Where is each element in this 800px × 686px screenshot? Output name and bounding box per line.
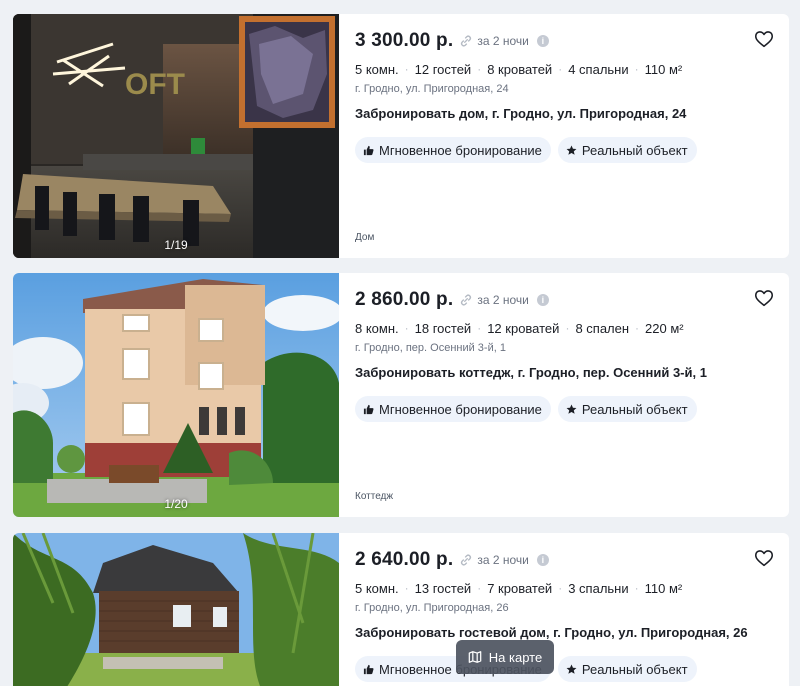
spec-bedrooms: 3 спальни	[568, 580, 629, 596]
map-button-label: На карте	[488, 649, 543, 665]
spec-beds: 12 кроватей	[487, 320, 560, 336]
separator-dot: ·	[404, 321, 409, 335]
price-row: 3 300.00 р. за 2 ночи i	[355, 30, 773, 52]
real-object-badge[interactable]: Реальный объект	[557, 137, 697, 163]
heart-favorite-icon[interactable]	[753, 547, 775, 569]
spec-guests: 12 гостей	[414, 61, 472, 77]
badge-label: Реальный объект	[581, 661, 688, 677]
listing-specs: 5 комн. · 13 гостей · 7 кроватей · 3 спа…	[355, 580, 773, 596]
thumbs-up-icon	[363, 404, 374, 414]
instant-booking-badge[interactable]: Мгновенное бронирование	[355, 396, 551, 422]
listing-card[interactable]: 2 640.00 р. за 2 ночи i 5 комн. · 13 гос…	[13, 533, 789, 686]
thumbs-up-icon	[363, 664, 374, 674]
instant-booking-badge[interactable]: Мгновенное бронирование	[355, 137, 551, 163]
listing-address: г. Гродно, ул. Пригородная, 26	[355, 602, 509, 614]
link-icon[interactable]	[459, 553, 473, 567]
cottage-exterior-image	[13, 273, 339, 517]
separator-dot: ·	[634, 62, 639, 76]
property-type: Коттедж	[355, 491, 394, 502]
thumbs-up-icon	[363, 145, 374, 155]
listing-title-link[interactable]: Забронировать коттедж, г. Гродно, пер. О…	[355, 365, 773, 383]
nights-label: за 2 ночи	[477, 553, 529, 567]
spec-guests: 13 гостей	[414, 580, 472, 596]
separator-dot: ·	[477, 321, 482, 335]
spec-bedrooms: 4 спальни	[568, 61, 629, 77]
price-row: 2 640.00 р. за 2 ночи i	[355, 549, 773, 571]
listing-specs: 5 комн. · 12 гостей · 8 кроватей · 4 спа…	[355, 61, 773, 77]
spec-area: 110 м²	[644, 580, 683, 596]
spec-area: 110 м²	[644, 61, 683, 77]
info-icon[interactable]: i	[536, 294, 549, 306]
listing-badges: Мгновенное бронирование Реальный объект	[355, 396, 773, 422]
spec-guests: 18 гостей	[414, 320, 472, 336]
separator-dot: ·	[404, 581, 409, 595]
photo-counter: 1/20	[164, 497, 188, 511]
separator-dot: ·	[558, 581, 563, 595]
property-type: Дом	[355, 232, 375, 243]
listing-photo[interactable]	[13, 533, 339, 686]
price-row: 2 860.00 р. за 2 ночи i	[355, 289, 773, 311]
listing-card[interactable]: 1/20 2 860.00 р. за 2 ночи i 8 комн. · 1…	[13, 273, 789, 517]
listing-title-link[interactable]: Забронировать гостевой дом, г. Гродно, у…	[355, 625, 773, 643]
spec-rooms: 5 комн.	[355, 580, 399, 596]
nights-label: за 2 ночи	[477, 34, 529, 48]
separator-dot: ·	[635, 321, 640, 335]
spec-beds: 7 кроватей	[487, 580, 553, 596]
real-object-badge[interactable]: Реальный объект	[557, 396, 697, 422]
info-icon[interactable]: i	[536, 554, 549, 566]
separator-dot: ·	[477, 581, 482, 595]
real-object-badge[interactable]: Реальный объект	[557, 656, 697, 682]
separator-dot: ·	[558, 62, 563, 76]
interior-loft-kitchen-image: OFT	[13, 14, 339, 258]
listing-address: г. Гродно, пер. Осенний 3-й, 1	[355, 342, 506, 354]
badge-label: Мгновенное бронирование	[379, 401, 542, 417]
separator-dot: ·	[477, 62, 482, 76]
heart-favorite-icon[interactable]	[753, 287, 775, 309]
link-icon[interactable]	[459, 34, 473, 48]
star-icon	[566, 664, 577, 674]
spec-bedrooms: 8 спален	[575, 320, 630, 336]
spec-area: 220 м²	[645, 320, 684, 336]
spec-rooms: 5 комн.	[355, 61, 399, 77]
show-on-map-button[interactable]: На карте	[456, 640, 554, 674]
link-icon[interactable]	[459, 293, 473, 307]
listing-photo[interactable]: OFT 1/19	[13, 14, 339, 258]
badge-label: Мгновенное бронирование	[379, 142, 542, 158]
separator-dot: ·	[634, 581, 639, 595]
star-icon	[566, 145, 577, 155]
listing-photo[interactable]: 1/20	[13, 273, 339, 517]
listing-title-link[interactable]: Забронировать дом, г. Гродно, ул. Пригор…	[355, 106, 773, 124]
listing-info: 2 860.00 р. за 2 ночи i 8 комн. · 18 гос…	[339, 273, 789, 517]
listing-info: 2 640.00 р. за 2 ночи i 5 комн. · 13 гос…	[339, 533, 789, 686]
listing-info: 3 300.00 р. за 2 ночи i 5 комн. · 12 гос…	[339, 14, 789, 258]
spec-rooms: 8 комн.	[355, 320, 399, 336]
photo-counter: 1/19	[164, 238, 188, 252]
separator-dot: ·	[404, 62, 409, 76]
map-icon	[468, 651, 482, 663]
listing-badges: Мгновенное бронирование Реальный объект	[355, 137, 773, 163]
listing-badges: Мгновенное бронирование Реальный объект	[355, 656, 773, 682]
listing-card[interactable]: OFT 1/19 3 300.00 р. за 2 ночи i 5 комн.…	[13, 14, 789, 258]
listing-price: 3 300.00 р.	[355, 30, 454, 51]
badge-label: Реальный объект	[581, 401, 688, 417]
wooden-guest-house-image	[13, 533, 339, 686]
listing-price: 2 640.00 р.	[355, 549, 454, 570]
nights-label: за 2 ночи	[477, 293, 529, 307]
spec-beds: 8 кроватей	[487, 61, 553, 77]
separator-dot: ·	[565, 321, 570, 335]
info-icon[interactable]: i	[536, 35, 549, 47]
heart-favorite-icon[interactable]	[753, 28, 775, 50]
star-icon	[566, 404, 577, 414]
svg-text:OFT: OFT	[125, 68, 185, 101]
listing-specs: 8 комн. · 18 гостей · 12 кроватей · 8 сп…	[355, 320, 773, 336]
listing-address: г. Гродно, ул. Пригородная, 24	[355, 83, 509, 95]
listing-price: 2 860.00 р.	[355, 289, 454, 310]
badge-label: Реальный объект	[581, 142, 688, 158]
